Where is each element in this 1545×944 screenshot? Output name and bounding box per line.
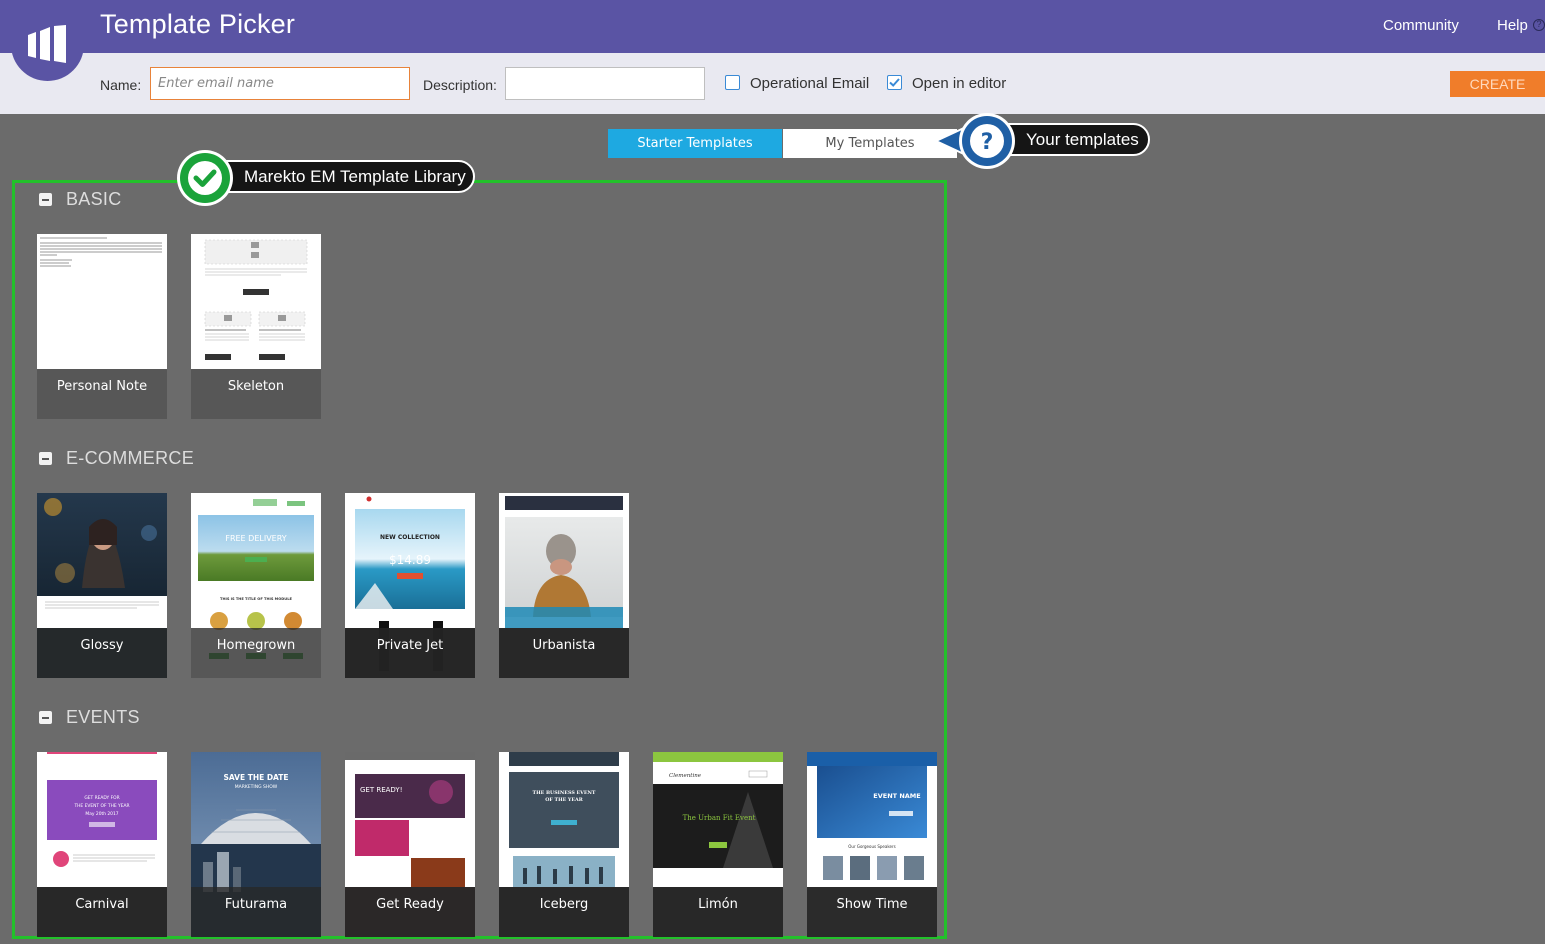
template-card-glossy[interactable]: Glossy [37,493,167,678]
open-in-editor-checkbox[interactable] [887,75,902,90]
template-card-private-jet[interactable]: NEW COLLECTION $14.89 Private Jet [345,493,475,678]
template-name: Carnival [75,897,129,912]
help-icon[interactable]: ? [1533,19,1545,31]
template-card-futurama[interactable]: SAVE THE DATE MARKETING SHOW Futurama [191,752,321,937]
tab-starter-templates[interactable]: Starter Templates [608,129,782,158]
thumb-hero-text: The Urban Fit Event [683,814,756,822]
template-card-show-time[interactable]: EVENT NAME Our Gorgeous Speakers Show Ti… [807,752,937,937]
template-card-limon[interactable]: Clementine The Urban Fit Event Limón [653,752,783,937]
community-link[interactable]: Community [1383,17,1459,34]
svg-text:THE BUSINESS EVENT: THE BUSINESS EVENT [533,790,596,796]
template-name: Personal Note [56,379,148,394]
marketo-logo[interactable] [11,8,84,81]
operational-email-checkbox[interactable] [725,75,740,90]
title-bar: Template Picker Community Help ? [0,0,1545,53]
svg-text:OF THE YEAR: OF THE YEAR [545,797,583,803]
collapse-ecommerce-icon[interactable] [39,452,52,465]
thumb-hero-text: FREE DELIVERY [225,534,286,543]
create-button[interactable]: CREATE [1450,71,1545,97]
svg-text:GET READY FOR: GET READY FOR [84,795,119,801]
description-label: Description: [423,77,497,93]
template-card-skeleton[interactable]: Skeleton [191,234,321,419]
thumb-hero-text: SAVE THE DATE [223,773,288,782]
svg-text:THE EVENT OF THE YEAR: THE EVENT OF THE YEAR [73,803,129,809]
thumb-price-text: $14.89 [389,553,431,567]
thumb-hero-text: EVENT NAME [873,792,920,800]
question-badge-icon: ? [934,113,1015,169]
template-name: Private Jet [376,638,444,653]
template-name: Get Ready [376,897,444,912]
template-card-personal-note[interactable]: Personal Note [37,234,167,419]
checkmark-icon [889,78,900,87]
section-title-events: EVENTS [66,707,140,727]
description-input[interactable] [505,67,705,100]
form-bar: Name: Description: Operational Email Ope… [0,53,1545,114]
section-title-basic: BASIC [66,189,122,209]
name-input[interactable] [150,67,410,100]
template-card-iceberg[interactable]: THE BUSINESS EVENT OF THE YEAR Iceberg [499,752,629,937]
template-name: Futurama [224,897,288,912]
svg-text:?: ? [981,130,994,155]
template-name: Urbanista [532,638,596,653]
tab-my-templates[interactable]: My Templates [783,129,957,158]
collapse-basic-icon[interactable] [39,193,52,206]
template-card-urbanista[interactable]: Urbanista [499,493,629,678]
template-name: Show Time [836,897,908,912]
thumb-sub-text: MARKETING SHOW [235,784,278,790]
operational-email-label: Operational Email [750,75,870,92]
name-label: Name: [100,77,142,93]
template-card-get-ready[interactable]: GET READY! Get Ready [345,752,475,937]
help-link[interactable]: Help [1497,17,1528,34]
thumb-speakers-text: Our Gorgeous Speakers [848,844,895,849]
thumb-date-text: May 20th 2017 [85,811,118,817]
thumb-heading-text: NEW COLLECTION [380,534,440,541]
library-callout: Marekto EM Template Library [205,160,475,193]
check-badge-icon [177,150,233,206]
logo-bars-icon [28,25,66,63]
thumb-hero-text: GET READY! [360,786,403,794]
template-name: Skeleton [227,379,285,394]
thumb-module-text: THIS IS THE TITLE OF THIS MODULE [220,597,292,601]
thumb-brand-text: Clementine [669,773,702,779]
section-title-ecommerce: E-COMMERCE [66,448,194,468]
collapse-events-icon[interactable] [39,711,52,724]
template-name: Homegrown [216,638,296,653]
template-name: Glossy [80,638,124,653]
template-name: Iceberg [539,897,589,912]
template-card-homegrown[interactable]: FREE DELIVERY THIS IS THE TITLE OF THIS … [191,493,321,678]
template-card-carnival[interactable]: GET READY FOR THE EVENT OF THE YEAR May … [37,752,167,937]
open-in-editor-label: Open in editor [912,75,1007,92]
page-title: Template Picker [100,9,296,39]
template-name: Limón [698,897,738,912]
